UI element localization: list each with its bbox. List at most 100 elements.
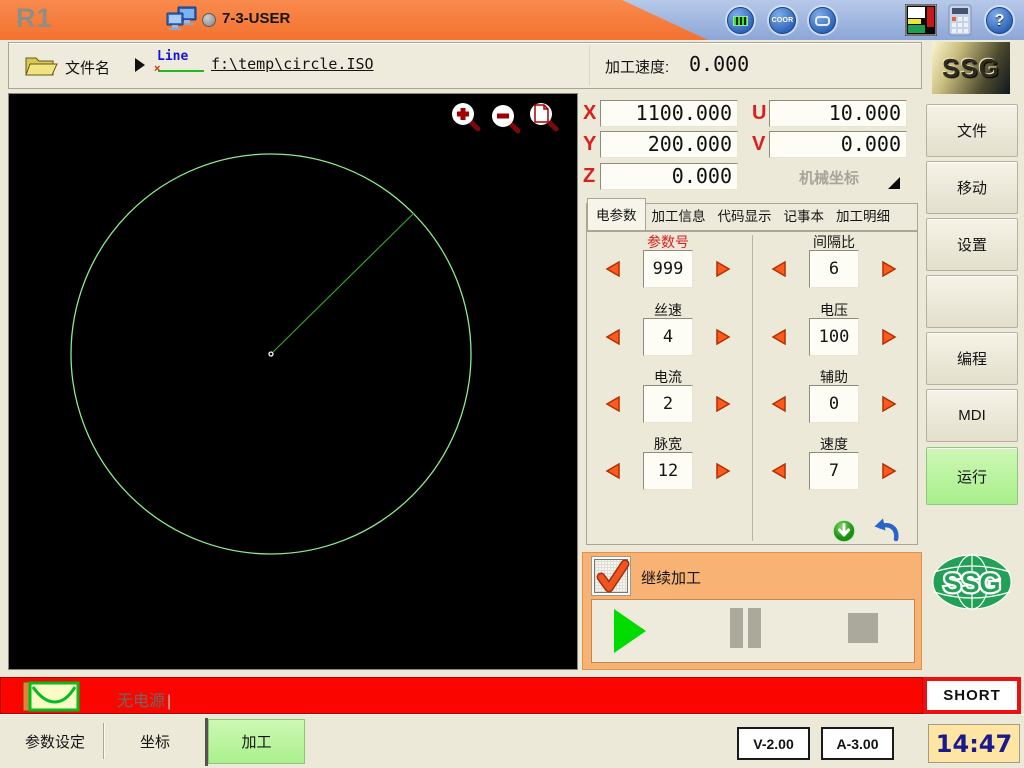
spinner-current: 电流 2 xyxy=(604,367,732,431)
file-path-link[interactable]: f:\temp\circle.ISO xyxy=(211,55,374,73)
decrease-arrow-icon[interactable] xyxy=(604,395,622,413)
param-value-field[interactable]: 12 xyxy=(643,452,693,490)
decrease-arrow-icon[interactable] xyxy=(770,328,788,346)
voltage-meter-box[interactable]: V-2.00 xyxy=(737,727,810,760)
tab-machining-detail[interactable]: 加工明细 xyxy=(830,201,896,230)
tab-notepad[interactable]: 记事本 xyxy=(778,201,831,230)
decrease-arrow-icon[interactable] xyxy=(604,462,622,480)
axis-value-v: 0.000 xyxy=(769,131,907,158)
linetype-sample-line xyxy=(158,70,204,72)
checkmark-icon xyxy=(595,560,629,594)
param-value-field[interactable]: 2 xyxy=(643,385,693,423)
increase-arrow-icon[interactable] xyxy=(714,328,732,346)
alert-bar: 无电源| xyxy=(0,677,923,714)
bottom-tab-parameter-setting[interactable]: 参数设定 xyxy=(8,721,102,761)
corner-triangle-icon[interactable] xyxy=(888,177,900,189)
tab-machining-info[interactable]: 加工信息 xyxy=(646,201,712,230)
tab-electric-params[interactable]: 电参数 xyxy=(587,198,646,230)
envelope-icon xyxy=(23,681,83,712)
axis-label-u: U xyxy=(752,100,768,127)
stop-button[interactable] xyxy=(848,613,878,643)
help-icon[interactable]: ? xyxy=(986,7,1013,34)
axis-label-z: Z xyxy=(583,163,599,190)
increase-arrow-icon[interactable] xyxy=(880,395,898,413)
param-value-field[interactable]: 6 xyxy=(809,250,859,288)
speed-value: 0.000 xyxy=(689,52,749,76)
zoom-in-icon[interactable] xyxy=(452,103,478,129)
sidebar-item-mdi[interactable]: MDI xyxy=(926,389,1018,442)
zoom-fit-icon[interactable] xyxy=(530,103,556,129)
apply-down-icon[interactable] xyxy=(832,519,856,543)
clock-display: 14:47 xyxy=(928,724,1020,763)
increase-arrow-icon[interactable] xyxy=(880,462,898,480)
decrease-arrow-icon[interactable] xyxy=(770,395,788,413)
spinner-speed: 速度 7 xyxy=(770,434,898,498)
sidebar-item-programming[interactable]: 编程 xyxy=(926,332,1018,385)
increase-arrow-icon[interactable] xyxy=(714,462,732,480)
titlebar: R1 7-3-USER COOR xyxy=(0,0,1024,40)
axis-value-y: 200.000 xyxy=(600,131,738,158)
sidebar-item-settings[interactable]: 设置 xyxy=(926,218,1018,271)
toolpath-drawing xyxy=(9,94,577,669)
start-button[interactable] xyxy=(614,609,646,653)
sidebar-item-file[interactable]: 文件 xyxy=(926,104,1018,157)
current-meter-box[interactable]: A-3.00 xyxy=(821,727,894,760)
keyboard-icon[interactable] xyxy=(727,7,754,34)
param-value-field[interactable]: 0 xyxy=(809,385,859,423)
calculator-icon[interactable] xyxy=(946,3,974,37)
speed-label: 加工速度: xyxy=(605,56,669,77)
linetype-selector[interactable]: Line xyxy=(157,49,188,64)
status-indicator-dot xyxy=(202,13,216,27)
spinner-wire-speed: 丝速 4 xyxy=(604,300,732,364)
ssg-logo-top: SSG xyxy=(932,42,1010,94)
spinner-voltage: 电压 100 xyxy=(770,300,898,364)
bottom-tab-coordinates[interactable]: 坐标 xyxy=(108,721,202,761)
application-window: R1 7-3-USER COOR xyxy=(0,0,1024,768)
open-folder-icon[interactable] xyxy=(23,52,59,79)
increase-arrow-icon[interactable] xyxy=(880,328,898,346)
filebar-divider xyxy=(589,45,590,86)
axis-label-x: X xyxy=(583,100,599,127)
keyboard-glyph xyxy=(733,16,748,26)
short-status-button[interactable]: SHORT xyxy=(923,677,1021,714)
axis-value-u: 10.000 xyxy=(769,100,907,127)
keypad-glyph xyxy=(815,16,830,26)
param-value-field[interactable]: 999 xyxy=(643,250,693,288)
increase-arrow-icon[interactable] xyxy=(714,260,732,278)
toolbar-separator xyxy=(103,723,104,759)
param-value-field[interactable]: 4 xyxy=(643,318,693,356)
axis-value-z: 0.000 xyxy=(600,163,738,190)
layout-logo-icon[interactable] xyxy=(905,4,937,36)
param-value-field[interactable]: 7 xyxy=(809,452,859,490)
keypad-icon[interactable] xyxy=(809,7,836,34)
bottom-tab-machining[interactable]: 加工 xyxy=(208,719,305,764)
undo-icon[interactable] xyxy=(872,518,900,542)
pause-button[interactable] xyxy=(748,608,761,648)
zoom-out-icon[interactable] xyxy=(492,105,518,131)
ssg-globe-logo: SSG xyxy=(930,552,1014,614)
pause-button[interactable] xyxy=(730,608,743,648)
sidebar-item-blank[interactable] xyxy=(926,275,1018,328)
transport-controls xyxy=(591,599,915,663)
tab-code-display[interactable]: 代码显示 xyxy=(712,201,778,230)
decrease-arrow-icon[interactable] xyxy=(770,462,788,480)
alert-message: 无电源| xyxy=(117,687,171,711)
sidebar-item-run[interactable]: 运行 xyxy=(926,447,1018,505)
caret-right-icon xyxy=(135,58,145,72)
sidebar-item-move[interactable]: 移动 xyxy=(926,161,1018,214)
continue-machining-checkbox[interactable] xyxy=(594,559,628,593)
increase-arrow-icon[interactable] xyxy=(880,260,898,278)
increase-arrow-icon[interactable] xyxy=(714,395,732,413)
bottom-toolbar: 参数设定 坐标 加工 V-2.00 A-3.00 14:47 xyxy=(0,714,1024,768)
toolpath-canvas[interactable] xyxy=(8,93,578,670)
coordinate-system-icon[interactable]: COOR xyxy=(769,7,796,34)
decrease-arrow-icon[interactable] xyxy=(604,260,622,278)
coordinate-mode-selector[interactable]: 机械坐标 xyxy=(769,167,889,188)
decrease-arrow-icon[interactable] xyxy=(604,328,622,346)
axis-value-x: 1100.000 xyxy=(600,100,738,127)
machining-panel: 继续加工 xyxy=(582,552,922,670)
decrease-arrow-icon[interactable] xyxy=(770,260,788,278)
spinner-param-number: 参数号 999 xyxy=(604,232,732,296)
param-value-field[interactable]: 100 xyxy=(809,318,859,356)
linetype-x-marker: × xyxy=(154,63,160,75)
